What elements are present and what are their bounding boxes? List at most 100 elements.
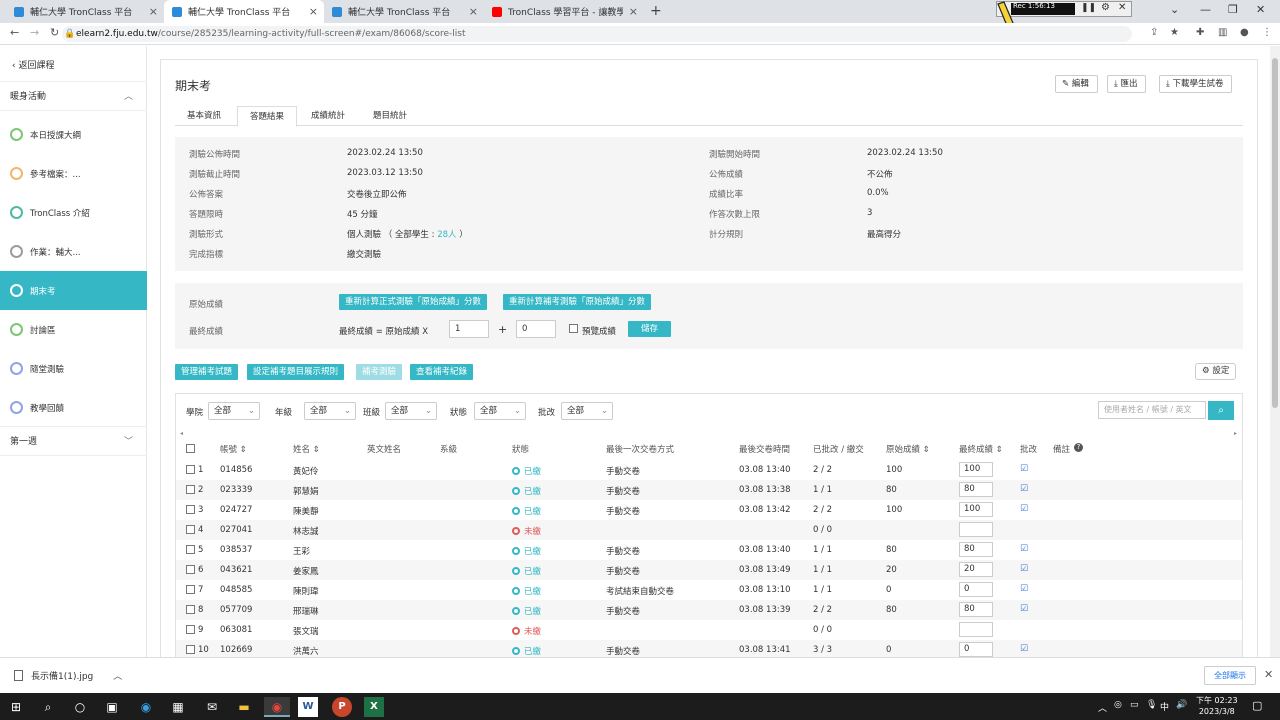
menu-dots-icon[interactable]: ⋮ (1262, 27, 1272, 38)
close-tab-icon[interactable]: × (309, 5, 318, 18)
section-warmup[interactable]: 暖身活動 ︿ (0, 81, 147, 111)
final-score-input[interactable]: 80 (959, 542, 993, 557)
grade-edit-icon[interactable]: ☑ (1020, 564, 1028, 574)
restore-button[interactable]: ❐ (1228, 3, 1238, 16)
filter-select[interactable]: 全部 ⌄ (208, 402, 260, 420)
microphone-icon[interactable]: 🎙 (1146, 700, 1157, 710)
sidebar-item[interactable]: 討論區 (0, 310, 147, 349)
tab-score-stats[interactable]: 成績統計 (299, 106, 357, 126)
students-count-link[interactable]: 28人 (437, 230, 456, 240)
minimize-button[interactable]: — (1200, 3, 1211, 16)
recalc-makeup-button[interactable]: 重新計算補考測驗「原始成績」分數 (503, 294, 652, 310)
share-icon[interactable]: ⇪ (1150, 27, 1158, 38)
sidebar-item[interactable]: TronClass 介紹 (0, 193, 147, 232)
scrollbar-thumb[interactable] (1272, 58, 1278, 408)
search-button[interactable]: ⌕ (1208, 401, 1234, 420)
row-checkbox[interactable] (186, 525, 195, 534)
download-item[interactable]: 長示備1(1).jpg ︿ (14, 669, 122, 682)
column-header[interactable]: 最終成績 ⇕ (959, 443, 1003, 455)
show-all-downloads-button[interactable]: 全部顯示 (1204, 666, 1256, 685)
tab-search-icon[interactable]: ⌄ (1170, 3, 1179, 16)
side-panel-icon[interactable]: ▥ (1218, 27, 1227, 38)
makeup-display-rules-button[interactable]: 設定補考題目展示規則 (247, 364, 345, 380)
tab-basic-info[interactable]: 基本資訊 (175, 106, 233, 126)
browser-tab-3[interactable]: 輔仁大學 TronClass 平台 × (324, 0, 484, 23)
column-header[interactable]: 已批改 / 繳交 (813, 443, 864, 455)
export-button[interactable]: ⤓ 匯出 (1107, 75, 1147, 93)
file-explorer-icon[interactable]: ▬ (234, 697, 254, 717)
row-checkbox[interactable] (186, 645, 195, 654)
sidebar-item[interactable]: 本日授課大綱 (0, 115, 147, 154)
scroll-left-icon[interactable]: ◂ (180, 430, 183, 437)
new-tab-button[interactable]: + (650, 3, 662, 19)
filter-select[interactable]: 全部 ⌄ (474, 402, 526, 420)
row-checkbox[interactable] (186, 605, 195, 614)
browser-tab-1[interactable]: 輔仁大學 TronClass 平台 × (6, 0, 164, 23)
cortana-icon[interactable]: ○ (70, 697, 90, 717)
search-input[interactable]: 使用者姓名 / 帳號 / 英文 (1098, 401, 1206, 419)
grade-edit-icon[interactable]: ☑ (1020, 464, 1028, 474)
column-header[interactable]: 帳號 ⇕ (220, 443, 247, 455)
select-all-checkbox[interactable] (186, 444, 195, 453)
tab-answer-results[interactable]: 答題結果 (237, 106, 298, 127)
multiplier-input[interactable]: 1 (449, 320, 489, 338)
column-header[interactable]: 最後交卷時間 (739, 443, 790, 455)
column-header[interactable]: 備註 (1053, 443, 1070, 455)
row-checkbox[interactable] (186, 485, 195, 494)
recorder-pause-icon[interactable]: ❚❚ (1081, 3, 1096, 13)
grade-edit-icon[interactable]: ☑ (1020, 504, 1028, 514)
url-field[interactable]: 🔒 elearn2.fju.edu.tw/course/285235/learn… (62, 26, 1132, 42)
recalc-formal-button[interactable]: 重新計算正式測驗「原始成績」分數 (339, 294, 488, 310)
forward-icon[interactable]: → (30, 26, 39, 39)
recorder-close-icon[interactable]: ✕ (1118, 2, 1126, 13)
chevron-up-icon[interactable]: ︿ (113, 669, 122, 682)
preview-checkbox[interactable] (569, 324, 578, 333)
sidebar-item[interactable]: 隨堂測驗 (0, 349, 147, 388)
notification-icon[interactable]: ▢ (1252, 699, 1262, 712)
row-checkbox[interactable] (186, 585, 195, 594)
grade-edit-icon[interactable]: ☑ (1020, 484, 1028, 494)
volume-icon[interactable]: 🔊 (1176, 700, 1187, 710)
filter-select[interactable]: 全部 ⌄ (385, 402, 437, 420)
reload-icon[interactable]: ↻ (50, 26, 59, 39)
final-score-input[interactable]: 80 (959, 602, 993, 617)
final-score-input[interactable] (959, 622, 993, 637)
download-papers-button[interactable]: ⤓ 下載學生試卷 (1159, 75, 1233, 93)
extensions-icon[interactable]: ✚ (1196, 27, 1204, 38)
final-score-input[interactable]: 0 (959, 642, 993, 657)
windows-start-icon[interactable]: ⊞ (6, 697, 26, 717)
final-score-input[interactable]: 100 (959, 462, 993, 477)
ime-indicator[interactable]: 中 (1160, 700, 1169, 713)
filter-select[interactable]: 全部 ⌄ (561, 402, 613, 420)
grade-edit-icon[interactable]: ☑ (1020, 604, 1028, 614)
close-tab-icon[interactable]: × (469, 5, 478, 18)
page-scrollbar[interactable] (1270, 46, 1280, 657)
close-tab-icon[interactable]: × (149, 5, 158, 18)
filter-select[interactable]: 全部 ⌄ (304, 402, 356, 420)
grade-edit-icon[interactable]: ☑ (1020, 544, 1028, 554)
word-icon[interactable]: W (298, 697, 318, 717)
chrome-icon[interactable]: ◉ (264, 697, 290, 717)
sidebar-item[interactable]: 參考檔案：... (0, 154, 147, 193)
mail-icon[interactable]: ✉ (202, 697, 222, 717)
edge-icon[interactable]: ◉ (136, 697, 156, 717)
excel-icon[interactable]: X (364, 697, 384, 717)
close-tab-icon[interactable]: × (629, 5, 638, 18)
scroll-right-icon[interactable]: ▸ (1234, 430, 1237, 437)
browser-tab-2[interactable]: 輔仁大學 TronClass 平台 × (164, 0, 324, 23)
row-checkbox[interactable] (186, 465, 195, 474)
help-icon[interactable]: ? (1074, 443, 1083, 452)
column-header[interactable]: 批改 (1020, 443, 1037, 455)
column-header[interactable]: 姓名 ⇕ (293, 443, 320, 455)
tray-app-icon[interactable]: ◎ (1114, 700, 1122, 710)
close-window-button[interactable]: ✕ (1256, 3, 1265, 16)
final-score-input[interactable]: 80 (959, 482, 993, 497)
final-score-input[interactable]: 20 (959, 562, 993, 577)
close-download-bar-icon[interactable]: ✕ (1264, 668, 1273, 681)
back-icon[interactable]: ← (10, 26, 19, 39)
profile-icon[interactable]: ● (1240, 27, 1249, 38)
offset-input[interactable]: 0 (516, 320, 556, 338)
settings-button[interactable]: ⚙ 設定 (1195, 363, 1237, 380)
recorder-settings-icon[interactable]: ⚙ (1101, 2, 1110, 13)
save-button[interactable]: 儲存 (628, 321, 672, 337)
